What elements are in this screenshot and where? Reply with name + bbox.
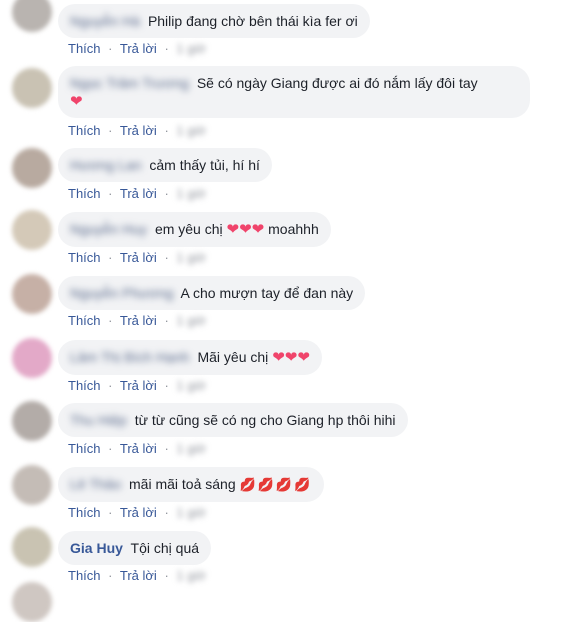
commenter-name[interactable]: Lâm Thị Bích Hạnh xyxy=(70,349,190,365)
separator: · xyxy=(164,250,169,265)
comment-text-suffix: moahhh xyxy=(268,221,319,237)
comment-text: Philip đang chờ bên thái kìa fer ơi xyxy=(147,13,358,29)
timestamp[interactable]: 1 giờ xyxy=(176,505,206,520)
separator: · xyxy=(164,123,169,138)
separator: · xyxy=(108,250,113,265)
separator: · xyxy=(108,568,113,583)
comment-bubble: Nguyễn Hà Philip đang chờ bên thái kìa f… xyxy=(58,4,370,38)
kiss-emoji: 💋💋💋💋 xyxy=(239,477,313,492)
avatar[interactable] xyxy=(12,68,52,108)
timestamp[interactable]: 1 giờ xyxy=(176,186,206,201)
like-button[interactable]: Thích xyxy=(68,250,101,265)
reply-button[interactable]: Trả lời xyxy=(120,441,157,456)
separator: · xyxy=(164,378,169,393)
comment-text: Mãi yêu chị xyxy=(197,349,269,365)
comment-bubble: Lâm Thị Bích Hạnh Mãi yêu chị ❤❤❤ xyxy=(58,340,322,375)
comment-actions: Thích · Trả lời · 1 giờ xyxy=(68,505,206,520)
like-button[interactable]: Thích xyxy=(68,186,101,201)
comment-text: A cho mượn tay để đan này xyxy=(180,285,354,301)
avatar[interactable] xyxy=(12,0,52,32)
comment-bubble: Gia Huy Tội chị quá xyxy=(58,531,212,565)
comment-bubble: Nguyễn Phương A cho mượn tay để đan này xyxy=(58,276,366,310)
separator: · xyxy=(108,441,113,456)
commenter-name[interactable]: Nguyễn Phương xyxy=(70,285,173,301)
commenter-name[interactable]: Gia Huy xyxy=(70,540,123,556)
commenter-name[interactable]: Nguyễn Hà xyxy=(70,13,140,29)
comment-actions: Thích · Trả lời · 1 giờ xyxy=(68,41,206,56)
avatar[interactable] xyxy=(12,210,52,250)
commenter-name[interactable]: Nguyễn Huy xyxy=(70,221,147,237)
commenter-name[interactable]: Lê Thảo xyxy=(70,476,121,492)
timestamp[interactable]: 1 giờ xyxy=(176,441,206,456)
heart-emoji: ❤ xyxy=(70,93,83,110)
avatar[interactable] xyxy=(12,338,52,378)
comment-text: cảm thấy tủi, hí hí xyxy=(149,157,260,173)
like-button[interactable]: Thích xyxy=(68,41,101,56)
commenter-name[interactable]: Ngọc Trâm Trương xyxy=(70,75,189,91)
like-button[interactable]: Thích xyxy=(68,441,101,456)
reply-button[interactable]: Trả lời xyxy=(120,505,157,520)
avatar[interactable] xyxy=(12,148,52,188)
comment-text: Tội chị quá xyxy=(130,540,200,556)
comment-bubble: Hương Lan cảm thấy tủi, hí hí xyxy=(58,148,272,182)
comment-bubble: Ngọc Trâm Trương Sẽ có ngày Giang được a… xyxy=(58,66,530,118)
separator: · xyxy=(108,313,113,328)
comment-actions: Thích · Trả lời · 1 giờ xyxy=(68,250,206,265)
commenter-name[interactable]: Hương Lan xyxy=(70,157,141,173)
separator: · xyxy=(164,568,169,583)
separator: · xyxy=(164,505,169,520)
comment-actions: Thích · Trả lời · 1 giờ xyxy=(68,186,206,201)
reply-button[interactable]: Trả lời xyxy=(120,123,157,138)
separator: · xyxy=(108,186,113,201)
separator: · xyxy=(108,123,113,138)
comment-bubble: Nguyễn Huy em yêu chị ❤❤❤ moahhh xyxy=(58,212,331,247)
avatar[interactable] xyxy=(12,465,52,505)
separator: · xyxy=(108,41,113,56)
heart-emoji: ❤❤❤ xyxy=(226,221,265,238)
timestamp[interactable]: 1 giờ xyxy=(176,313,206,328)
comment-text: em yêu chị xyxy=(154,221,223,237)
timestamp[interactable]: 1 giờ xyxy=(176,123,206,138)
timestamp[interactable]: 1 giờ xyxy=(176,378,206,393)
reply-button[interactable]: Trả lời xyxy=(120,186,157,201)
reply-button[interactable]: Trả lời xyxy=(120,313,157,328)
comment-text: mãi mãi toả sáng xyxy=(129,476,236,492)
timestamp[interactable]: 1 giờ xyxy=(176,41,206,56)
like-button[interactable]: Thích xyxy=(68,378,101,393)
reply-button[interactable]: Trả lời xyxy=(120,41,157,56)
comment-bubble: Thu Hiệp từ từ cũng sẽ có ng cho Giang h… xyxy=(58,403,408,437)
commenter-name[interactable]: Thu Hiệp xyxy=(70,412,127,428)
timestamp[interactable]: 1 giờ xyxy=(176,568,206,583)
separator: · xyxy=(164,41,169,56)
avatar[interactable] xyxy=(12,401,52,441)
separator: · xyxy=(164,313,169,328)
timestamp[interactable]: 1 giờ xyxy=(176,250,206,265)
heart-emoji: ❤❤❤ xyxy=(272,349,310,366)
comment-text: từ từ cũng sẽ có ng cho Giang hp thôi hi… xyxy=(134,412,396,428)
like-button[interactable]: Thích xyxy=(68,123,101,138)
comment-actions: Thích · Trả lời · 1 giờ xyxy=(68,568,206,583)
comment-bubble: Lê Thảo mãi mãi toả sáng 💋💋💋💋 xyxy=(58,467,325,502)
avatar[interactable] xyxy=(12,527,52,567)
comment-actions: Thích · Trả lời · 1 giờ xyxy=(68,441,206,456)
like-button[interactable]: Thích xyxy=(68,568,101,583)
comment-actions: Thích · Trả lời · 1 giờ xyxy=(68,123,206,138)
separator: · xyxy=(108,378,113,393)
comment-actions: Thích · Trả lời · 1 giờ xyxy=(68,313,206,328)
avatar[interactable] xyxy=(12,582,52,622)
comment-text: Sẽ có ngày Giang được ai đó nắm lấy đôi … xyxy=(196,75,478,91)
reply-button[interactable]: Trả lời xyxy=(120,378,157,393)
avatar[interactable] xyxy=(12,274,52,314)
reply-button[interactable]: Trả lời xyxy=(120,250,157,265)
like-button[interactable]: Thích xyxy=(68,313,101,328)
separator: · xyxy=(164,441,169,456)
reply-button[interactable]: Trả lời xyxy=(120,568,157,583)
separator: · xyxy=(164,186,169,201)
like-button[interactable]: Thích xyxy=(68,505,101,520)
comment-actions: Thích · Trả lời · 1 giờ xyxy=(68,378,206,393)
separator: · xyxy=(108,505,113,520)
